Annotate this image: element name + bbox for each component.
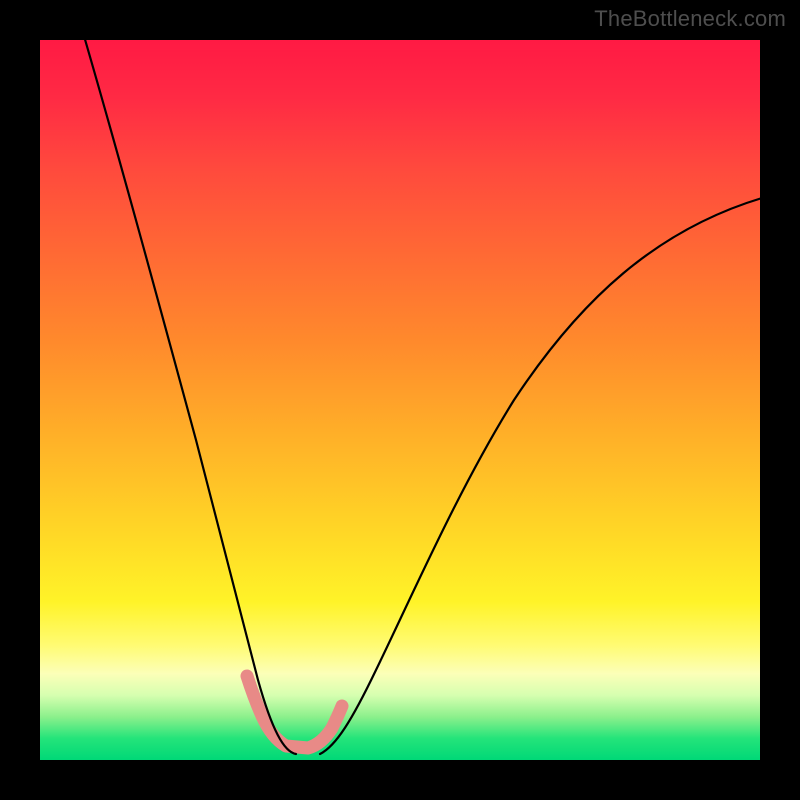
chart-frame: TheBottleneck.com xyxy=(0,0,800,800)
left-curve xyxy=(84,36,296,754)
accent-band xyxy=(247,676,342,748)
right-curve xyxy=(320,198,762,754)
plot-area xyxy=(40,40,760,760)
curves-svg xyxy=(40,40,760,760)
watermark-text: TheBottleneck.com xyxy=(594,6,786,32)
